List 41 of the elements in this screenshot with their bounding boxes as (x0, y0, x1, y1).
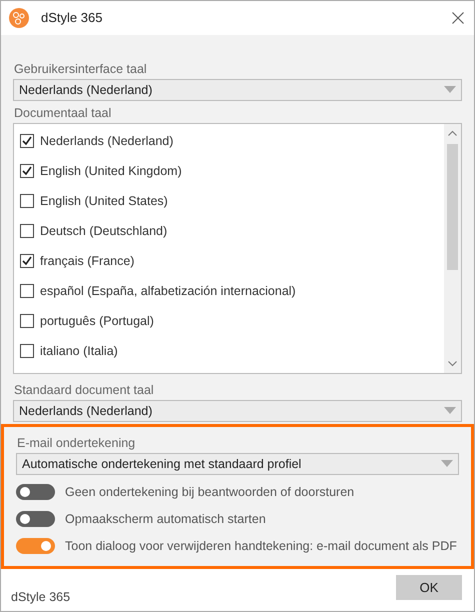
checkbox[interactable] (20, 224, 34, 238)
field-label: E-mail ondertekening (16, 434, 136, 452)
toggle-label: Toon dialoog voor verwijderen handtekening: e-mail document als PDF (65, 539, 457, 554)
language-dropdown[interactable]: Nederlands (Nederland) (13, 400, 462, 422)
language-dropdown[interactable]: Nederlands (Nederland) (13, 78, 462, 101)
close-icon[interactable] (452, 12, 464, 24)
checkbox[interactable] (20, 164, 34, 178)
toggle-switch[interactable] (16, 538, 55, 554)
language-option: Deutsch (Deutschland) (40, 224, 168, 238)
checkbox[interactable] (20, 194, 34, 208)
footer-text: dStyle 365 (11, 590, 70, 604)
ok-button[interactable]: OK (396, 575, 462, 600)
language-option: English (United States) (40, 194, 168, 208)
scroll-up-icon[interactable] (448, 130, 457, 136)
app-logo-icon (9, 8, 29, 28)
checkbox[interactable] (20, 314, 34, 328)
checkbox[interactable] (20, 134, 34, 148)
checkbox[interactable] (20, 344, 34, 358)
language-option: English (United Kingdom) (40, 164, 182, 178)
dropdown-caret-icon (444, 86, 456, 94)
checkbox[interactable] (20, 284, 34, 298)
toggle-label: Geen ondertekening bij beantwoorden of doorsturen (65, 485, 354, 500)
toggle-label: Opmaakscherm automatisch starten (65, 512, 266, 526)
scrollbar[interactable] (444, 124, 461, 373)
dropdown-caret-icon (444, 407, 456, 414)
field-label: Documentaal taal (13, 104, 112, 122)
language-option: Nederlands (Nederland) (40, 134, 174, 148)
dropdown-caret-icon (441, 460, 453, 468)
field-label: Standaard document taal (13, 382, 155, 399)
language-option: français (France) (40, 254, 134, 268)
checkbox[interactable] (20, 254, 34, 268)
language-option: italiano (Italia) (40, 344, 118, 358)
scroll-thumb[interactable] (447, 144, 458, 270)
toggle-switch[interactable] (16, 511, 55, 528)
signature-dropdown[interactable]: Automatische ondertekening met standaard profiel (16, 452, 459, 475)
scroll-down-icon[interactable] (448, 360, 457, 367)
language-option: português (Portugal) (40, 314, 154, 328)
window-title: dStyle 365 (41, 10, 104, 26)
toggle-switch[interactable] (16, 484, 55, 500)
language-option: español (España, alfabetización internacional) (40, 284, 296, 298)
field-label: Gebruikersinterface taal (13, 60, 148, 78)
